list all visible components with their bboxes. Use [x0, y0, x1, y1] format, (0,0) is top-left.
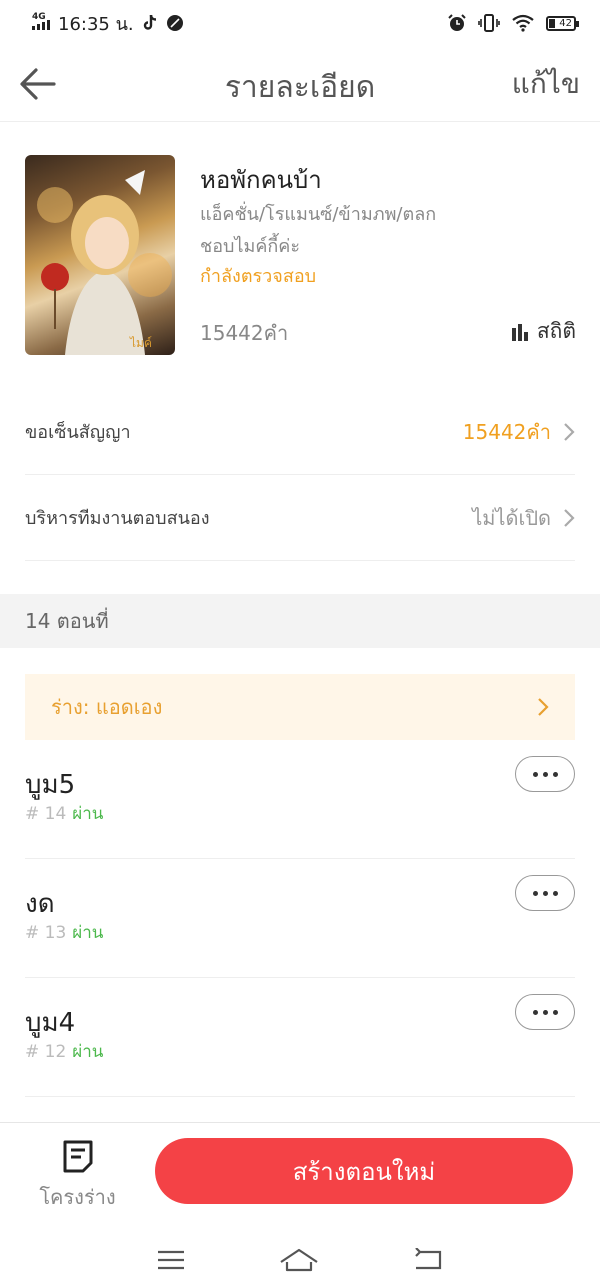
back-nav-icon[interactable] [412, 1247, 444, 1272]
cover-illustration: ไมค์ [37, 165, 172, 355]
chapter-number: # 13 [25, 923, 67, 943]
chapter-item[interactable]: งด # 13 ผ่าน [25, 859, 575, 978]
chevron-right-icon [564, 508, 575, 527]
response-team-label: บริหารทีมงานตอบสนอง [25, 508, 210, 529]
more-options-button[interactable] [515, 756, 575, 792]
svg-text:ไมค์: ไมค์ [129, 336, 152, 350]
signal-icon: 4G [32, 12, 50, 30]
status-time: 16:35 น. [58, 13, 134, 35]
chapter-number: # 14 [25, 804, 67, 824]
menu-icon[interactable] [156, 1249, 186, 1271]
chapter-status: ผ่าน [72, 804, 104, 824]
book-title: หอพักคนบ้า [200, 166, 322, 194]
stats-button[interactable]: สถิติ [511, 315, 576, 348]
edit-button[interactable]: แก้ไข [512, 62, 580, 106]
outline-button[interactable]: โครงร่าง [30, 1139, 125, 1209]
more-options-button[interactable] [515, 994, 575, 1030]
book-author: ชอบไมค์กี้ค่ะ [200, 236, 301, 257]
outline-label: โครงร่าง [39, 1185, 116, 1209]
system-nav-bar [0, 1232, 600, 1287]
chevron-right-icon [538, 698, 549, 716]
vibrate-icon [478, 14, 500, 32]
home-icon[interactable] [279, 1248, 319, 1272]
status-left: 4G 16:35 น. [32, 9, 184, 38]
book-cover-image[interactable]: ไมค์ [25, 155, 175, 355]
chapter-number: # 12 [25, 1042, 67, 1062]
contract-value-group: 15442คำ [463, 416, 575, 448]
contract-row[interactable]: ขอเซ็นสัญญา 15442คำ [25, 389, 575, 475]
chapter-status: ผ่าน [72, 1042, 104, 1062]
bottom-action-bar: โครงร่าง สร้างตอนใหม่ [0, 1122, 600, 1232]
contract-label: ขอเซ็นสัญญา [25, 422, 131, 443]
chapter-meta: # 14 ผ่าน [25, 800, 103, 827]
document-icon [63, 1140, 92, 1173]
chevron-right-icon [564, 422, 575, 441]
leaf-icon [166, 15, 183, 31]
book-word-count: 15442คำ [200, 321, 289, 345]
create-chapter-button[interactable]: สร้างตอนใหม่ [155, 1138, 573, 1204]
chapter-title: งด [25, 889, 55, 919]
chapter-item[interactable]: บูม5 # 14 ผ่าน [25, 740, 575, 859]
tiktok-icon [143, 14, 156, 30]
chapter-item[interactable]: บูม4 # 12 ผ่าน [25, 978, 575, 1097]
contract-value: 15442คำ [462, 419, 551, 444]
more-options-button[interactable] [515, 875, 575, 911]
book-genres: แอ็คชั่น/โรแมนซ์/ข้ามภพ/ตลก [200, 204, 437, 225]
response-team-value-group: ไม่ได้เปิด [472, 502, 575, 534]
page-title: รายละเอียด [224, 70, 376, 105]
book-review-status: กำลังตรวจสอบ [200, 266, 317, 287]
chapter-meta: # 12 ผ่าน [25, 1038, 103, 1065]
draft-bar[interactable]: ร่าง: แอดเอง [25, 674, 575, 740]
draft-label: ร่าง: แอดเอง [51, 695, 163, 719]
stats-label: สถิติ [536, 319, 576, 343]
network-type: 4G [32, 12, 46, 22]
alarm-icon [448, 14, 466, 31]
chapter-count-header: 14 ตอนที่ [0, 594, 600, 648]
bar-chart-icon [511, 323, 528, 341]
wifi-icon [512, 14, 534, 32]
response-team-row[interactable]: บริหารทีมงานตอบสนอง ไม่ได้เปิด [25, 475, 575, 561]
chapter-meta: # 13 ผ่าน [25, 919, 103, 946]
chapter-status: ผ่าน [72, 923, 104, 943]
status-right: 42 [448, 14, 579, 32]
response-team-value: ไม่ได้เปิด [472, 505, 551, 530]
status-bar: 4G 16:35 น. 42 [0, 0, 600, 46]
battery-icon: 42 [546, 15, 579, 31]
chapter-title: บูม5 [25, 770, 76, 800]
app-header: รายละเอียด แก้ไข [0, 46, 600, 122]
chapter-title: บูม4 [25, 1008, 76, 1038]
